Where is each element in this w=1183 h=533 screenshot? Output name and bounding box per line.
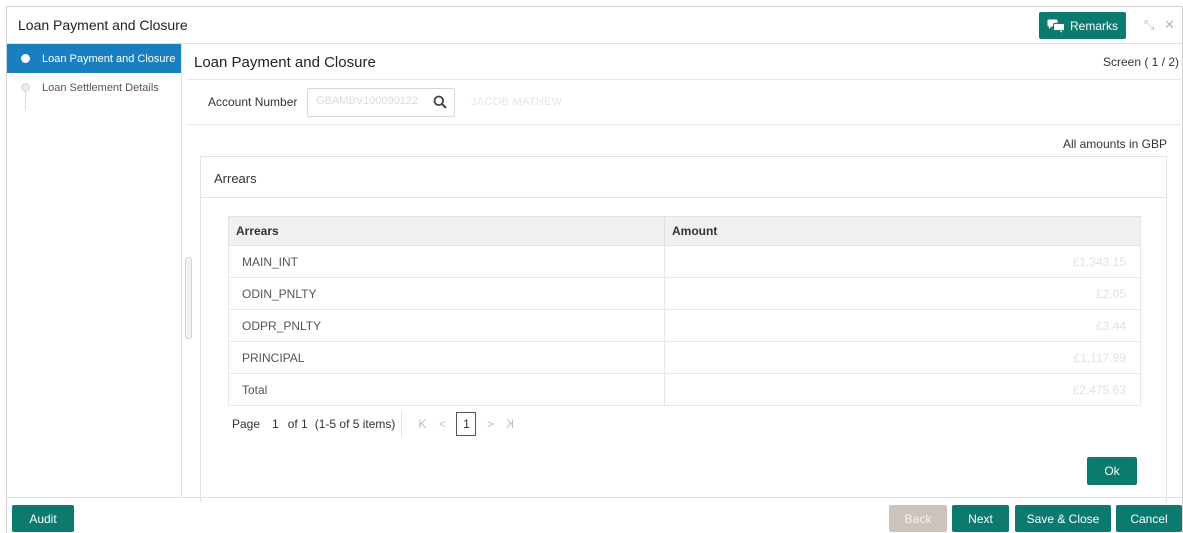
last-page-icon[interactable]: K bbox=[500, 417, 520, 431]
amount-cell: £1,117.99 bbox=[664, 341, 1141, 374]
arrears-name-cell: Total bbox=[228, 373, 665, 406]
pagination: Page 1 of 1 (1-5 of 5 items) K < 1 > K bbox=[232, 410, 520, 438]
sidebar-item-label: Loan Payment and Closure bbox=[42, 52, 176, 65]
title-bar: Loan Payment and Closure Remarks ⤡ ✕ bbox=[7, 7, 1182, 44]
arrears-name-cell: MAIN_INT bbox=[228, 245, 665, 278]
column-header-arrears[interactable]: Arrears bbox=[228, 216, 665, 246]
remarks-label: Remarks bbox=[1069, 18, 1118, 33]
current-page-button[interactable]: 1 bbox=[456, 412, 477, 436]
amount-cell: £1,343.15 bbox=[664, 245, 1141, 278]
remarks-button[interactable]: Remarks bbox=[1039, 12, 1126, 39]
arrears-card-header: Arrears bbox=[201, 157, 1166, 198]
footer-bar: Audit Back Next Save & Close Cancel bbox=[7, 497, 1182, 533]
page-number-input[interactable]: 1 bbox=[272, 417, 279, 431]
screen-indicator: Screen ( 1 / 2) bbox=[1102, 55, 1179, 69]
step-inactive-icon bbox=[21, 83, 30, 92]
table-header-row: Arrears Amount bbox=[228, 216, 1141, 246]
close-icon[interactable]: ✕ bbox=[1164, 17, 1175, 33]
save-and-close-button[interactable]: Save & Close bbox=[1015, 505, 1111, 532]
sidebar-item-loan-settlement-details[interactable]: Loan Settlement Details bbox=[7, 73, 181, 110]
window-title: Loan Payment and Closure bbox=[18, 17, 188, 33]
account-number-input[interactable] bbox=[316, 95, 426, 107]
prev-page-icon[interactable]: < bbox=[432, 417, 452, 431]
step-connector bbox=[25, 92, 26, 110]
table-row[interactable]: MAIN_INT £1,343.15 bbox=[228, 245, 1141, 278]
pager-divider bbox=[401, 411, 403, 437]
main-header: Loan Payment and Closure Screen ( 1 / 2) bbox=[187, 44, 1183, 80]
page-of-text: of 1 bbox=[287, 417, 308, 431]
next-button[interactable]: Next bbox=[952, 505, 1009, 532]
sidebar-item-loan-payment-and-closure[interactable]: Loan Payment and Closure bbox=[7, 44, 181, 73]
page-label: Page bbox=[232, 417, 261, 431]
arrears-table: Arrears Amount MAIN_INT £1,343.15 ODIN_P… bbox=[228, 216, 1141, 406]
arrears-name-cell: ODPR_PNLTY bbox=[228, 309, 665, 342]
page-title: Loan Payment and Closure bbox=[194, 54, 376, 71]
ok-button[interactable]: Ok bbox=[1087, 457, 1137, 485]
cancel-button[interactable]: Cancel bbox=[1116, 505, 1182, 532]
arrears-card: Arrears Arrears Amount MAIN_INT £1,343.1… bbox=[200, 156, 1167, 502]
app-window: Loan Payment and Closure Remarks ⤡ ✕ Loa… bbox=[6, 6, 1183, 533]
account-holder-name: JACOB MATHEW bbox=[471, 96, 563, 108]
audit-button[interactable]: Audit bbox=[12, 505, 74, 532]
table-row[interactable]: ODPR_PNLTY £3.44 bbox=[228, 309, 1141, 342]
sidebar: Loan Payment and Closure Loan Settlement… bbox=[7, 44, 182, 497]
column-header-amount[interactable]: Amount bbox=[664, 216, 1141, 246]
amount-cell: £2.05 bbox=[664, 277, 1141, 310]
next-page-icon[interactable]: > bbox=[480, 417, 500, 431]
account-row: Account Number JACOB MATHEW bbox=[187, 80, 1183, 125]
back-button[interactable]: Back bbox=[889, 505, 947, 532]
amount-cell: £3.44 bbox=[664, 309, 1141, 342]
arrears-name-cell: PRINCIPAL bbox=[228, 341, 665, 374]
minimize-icon[interactable]: ⤡ bbox=[1144, 17, 1154, 33]
table-row[interactable]: PRINCIPAL £1,117.99 bbox=[228, 341, 1141, 374]
arrears-name-cell: ODIN_PNLTY bbox=[228, 277, 665, 310]
search-icon[interactable] bbox=[433, 95, 447, 109]
main-panel: Loan Payment and Closure Screen ( 1 / 2)… bbox=[187, 44, 1183, 502]
amount-cell: £2,475.63 bbox=[664, 373, 1141, 406]
account-number-label: Account Number bbox=[208, 95, 298, 109]
currency-note: All amounts in GBP bbox=[1062, 137, 1167, 151]
step-active-icon bbox=[21, 54, 30, 63]
chat-bubbles-icon bbox=[1047, 19, 1065, 33]
page-items-text: (1-5 of 5 items) bbox=[314, 417, 396, 431]
sidebar-item-label: Loan Settlement Details bbox=[42, 81, 159, 94]
first-page-icon[interactable]: K bbox=[412, 417, 432, 431]
arrears-card-title: Arrears bbox=[214, 171, 257, 186]
account-number-field[interactable] bbox=[307, 88, 455, 117]
table-row[interactable]: ODIN_PNLTY £2.05 bbox=[228, 277, 1141, 310]
table-row-total[interactable]: Total £2,475.63 bbox=[228, 373, 1141, 406]
